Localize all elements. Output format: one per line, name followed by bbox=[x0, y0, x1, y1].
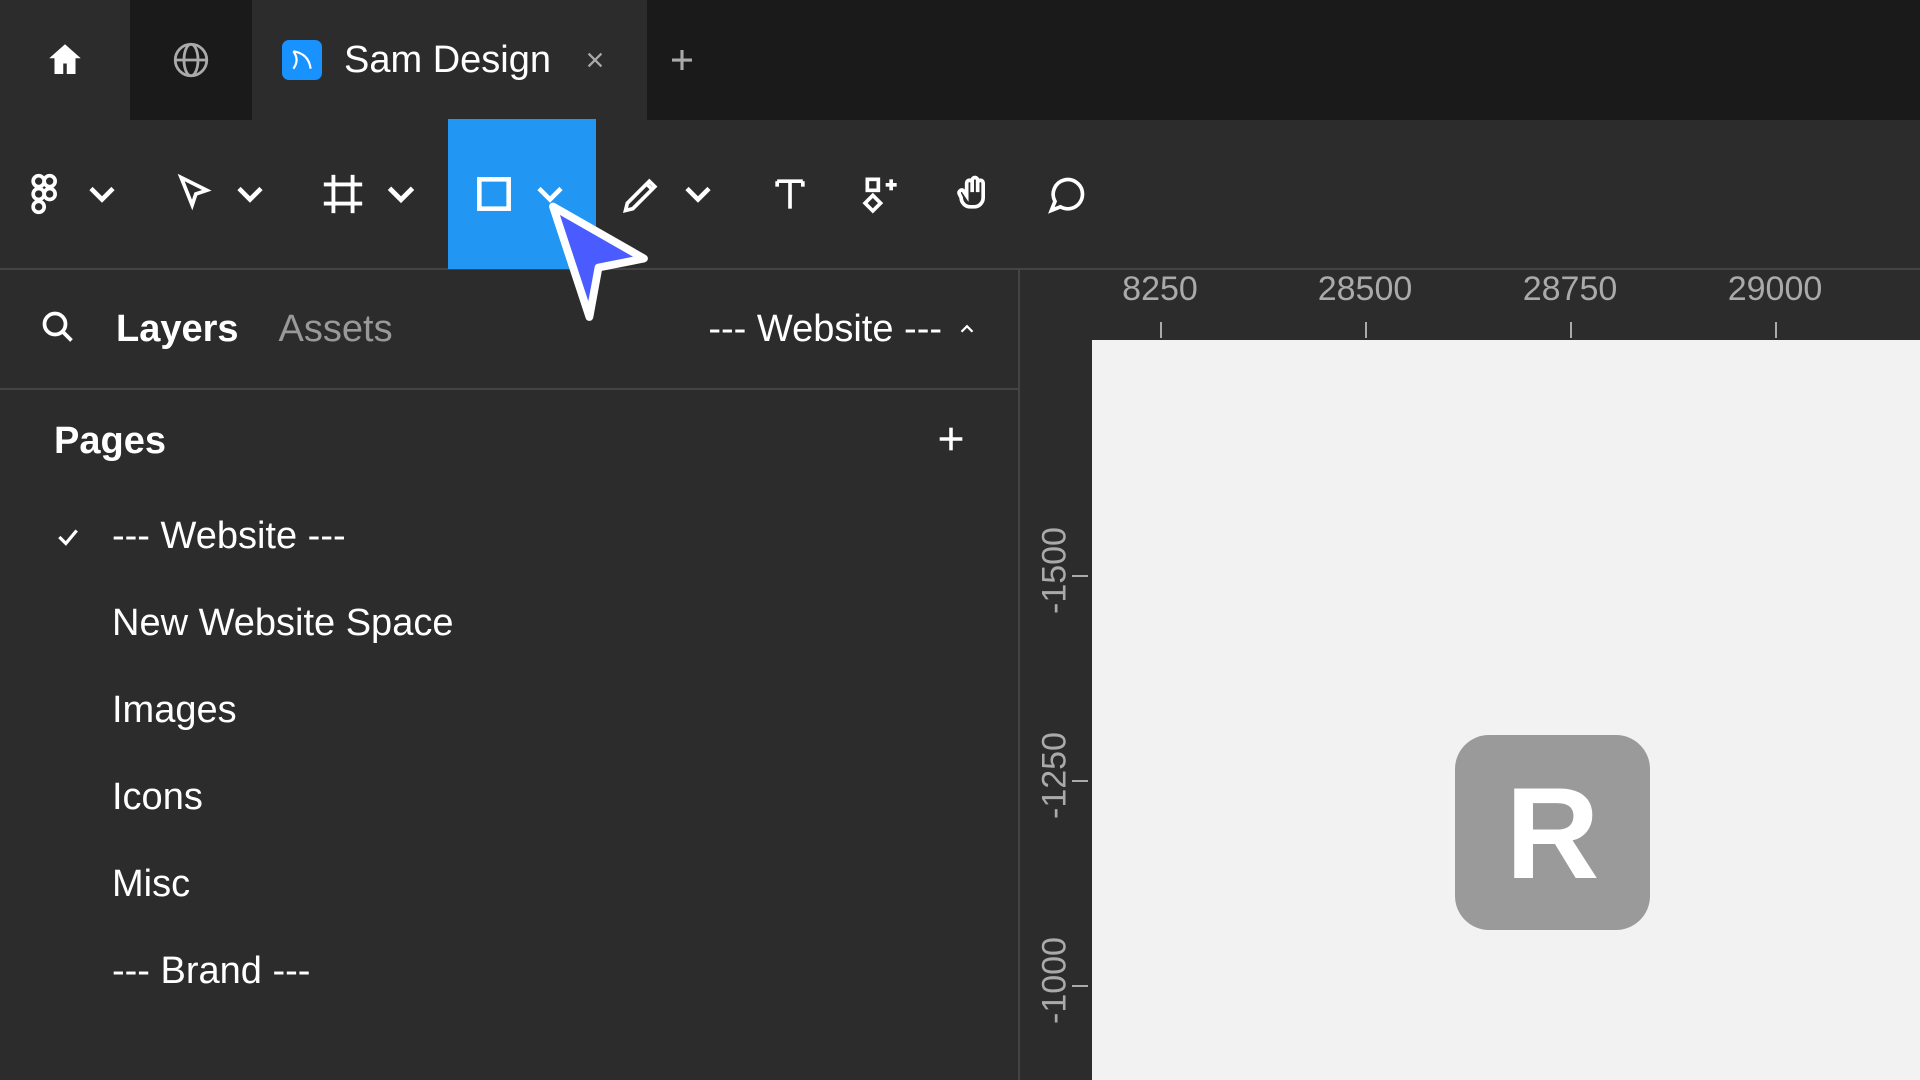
canvas-area[interactable]: 8250 28500 28750 29000 29 -1500 -1250 -1… bbox=[1020, 270, 1920, 1080]
rectangle-tool[interactable] bbox=[448, 119, 596, 269]
ruler-horizontal: 8250 28500 28750 29000 29 bbox=[1090, 270, 1920, 340]
page-item-label: --- Website --- bbox=[112, 515, 346, 558]
text-tool[interactable] bbox=[744, 119, 836, 269]
assets-tab[interactable]: Assets bbox=[279, 308, 393, 351]
home-tab[interactable] bbox=[0, 0, 130, 120]
page-item[interactable]: New Website Space bbox=[0, 580, 1018, 667]
toolbar bbox=[0, 120, 1920, 270]
page-item[interactable]: Images bbox=[0, 667, 1018, 754]
ruler-vertical: -1500 -1250 -1000 bbox=[1020, 340, 1090, 1080]
page-switcher[interactable]: --- Website --- bbox=[708, 308, 978, 351]
panel-tab-row: Layers Assets --- Website --- bbox=[0, 270, 1018, 390]
layers-tab[interactable]: Layers bbox=[116, 308, 239, 351]
left-panel: Layers Assets --- Website --- Pages --- … bbox=[0, 270, 1020, 1080]
page-item-label: Images bbox=[112, 689, 237, 732]
page-item-label: Misc bbox=[112, 863, 190, 906]
add-page-button[interactable] bbox=[934, 422, 968, 461]
pages-header: Pages bbox=[0, 390, 1018, 493]
page-item-selected[interactable]: --- Website --- bbox=[0, 493, 1018, 580]
artboard[interactable] bbox=[1092, 340, 1920, 1080]
comment-tool[interactable] bbox=[1020, 119, 1112, 269]
frame-tool[interactable] bbox=[296, 119, 448, 269]
page-switcher-label: --- Website --- bbox=[708, 308, 942, 351]
page-item[interactable]: Icons bbox=[0, 754, 1018, 841]
search-icon[interactable] bbox=[40, 309, 76, 350]
move-tool[interactable] bbox=[148, 119, 296, 269]
close-icon[interactable] bbox=[573, 49, 617, 71]
pages-label: Pages bbox=[54, 420, 166, 463]
keyboard-hint-badge: R bbox=[1455, 735, 1650, 930]
figma-file-icon bbox=[282, 40, 322, 80]
new-tab-button[interactable] bbox=[647, 45, 717, 75]
pen-tool[interactable] bbox=[596, 119, 744, 269]
document-tab[interactable]: Sam Design bbox=[252, 0, 647, 120]
page-item[interactable]: --- Brand --- bbox=[0, 928, 1018, 1015]
resources-tool[interactable] bbox=[836, 119, 928, 269]
main-menu-button[interactable] bbox=[0, 119, 148, 269]
page-item-label: Icons bbox=[112, 776, 203, 819]
page-item-label: --- Brand --- bbox=[112, 950, 310, 993]
tab-title: Sam Design bbox=[344, 39, 551, 82]
hand-tool[interactable] bbox=[928, 119, 1020, 269]
page-item-label: New Website Space bbox=[112, 602, 453, 645]
check-icon bbox=[54, 524, 82, 550]
community-tab[interactable] bbox=[130, 0, 252, 120]
tab-bar: Sam Design bbox=[0, 0, 1920, 120]
page-item[interactable]: Misc bbox=[0, 841, 1018, 928]
